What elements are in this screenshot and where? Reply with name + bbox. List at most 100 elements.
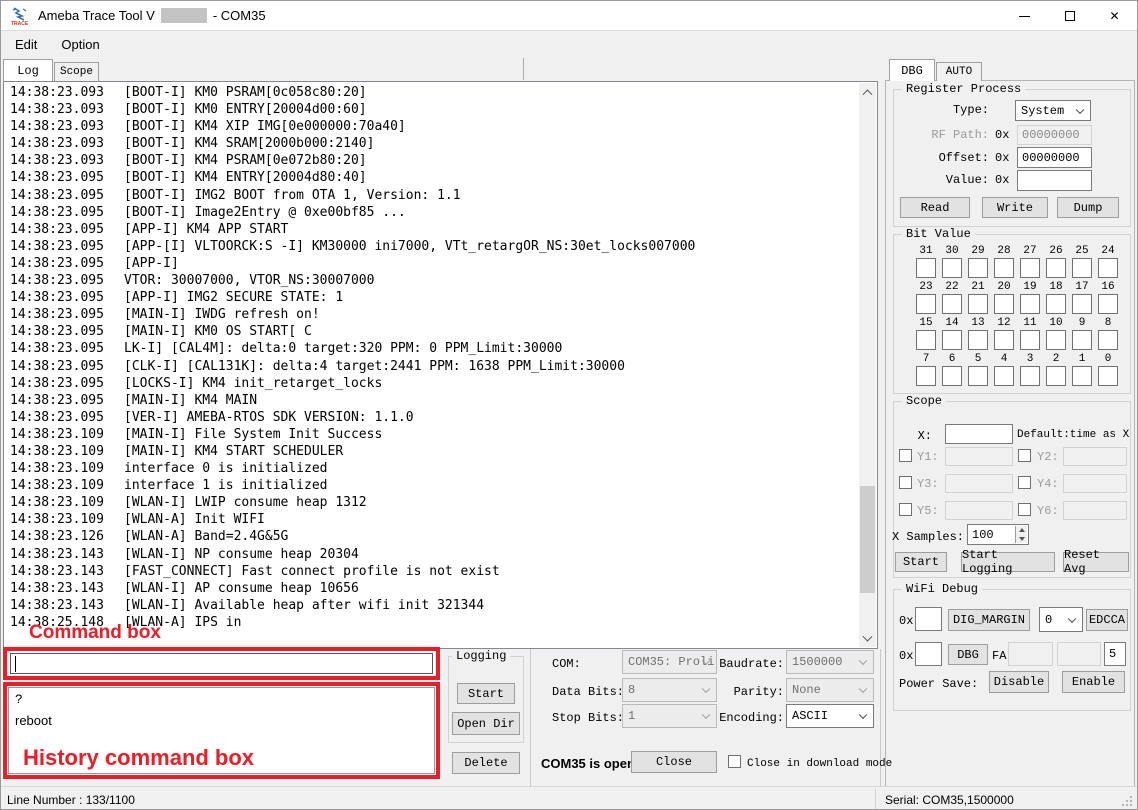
- scope-y6-input[interactable]: [1063, 501, 1127, 520]
- x-samples-input[interactable]: 100: [967, 524, 1029, 545]
- dig-margin-value-input[interactable]: [915, 607, 942, 631]
- statusbar-divider: [875, 789, 876, 810]
- bit-26-checkbox[interactable]: [1046, 258, 1066, 278]
- bit-19-checkbox[interactable]: [1020, 294, 1040, 314]
- bit-8-checkbox[interactable]: [1098, 330, 1118, 350]
- write-button[interactable]: Write: [982, 197, 1048, 218]
- log-scrollbar[interactable]: [859, 83, 876, 647]
- close-download-checkbox[interactable]: [728, 755, 741, 768]
- scope-y5-input[interactable]: [945, 501, 1013, 520]
- fa-threshold-input[interactable]: 5: [1104, 642, 1126, 666]
- dig-margin-button[interactable]: DIG_MARGIN: [948, 609, 1030, 631]
- bit-12-checkbox[interactable]: [994, 330, 1014, 350]
- dump-button[interactable]: Dump: [1057, 197, 1119, 218]
- dbg-value-input[interactable]: [915, 642, 942, 666]
- scope-y2-checkbox[interactable]: [1018, 449, 1031, 462]
- bit-0-checkbox[interactable]: [1098, 366, 1118, 386]
- dbg-button[interactable]: DBG: [948, 644, 988, 665]
- bit-6-checkbox[interactable]: [942, 366, 962, 386]
- command-input[interactable]: [10, 653, 433, 674]
- bit-28-checkbox[interactable]: [994, 258, 1014, 278]
- edcca-select[interactable]: 0: [1039, 607, 1083, 632]
- power-disable-button[interactable]: Disable: [989, 671, 1049, 693]
- tab-scope[interactable]: Scope: [54, 62, 99, 81]
- log-line: 14:38:23.095[APP-I]: [10, 256, 855, 273]
- scope-x-input[interactable]: [945, 424, 1013, 444]
- bit-13-checkbox[interactable]: [968, 330, 988, 350]
- scope-start-button[interactable]: Start: [895, 552, 947, 572]
- scope-y5-checkbox[interactable]: [899, 503, 912, 516]
- menu-item-option[interactable]: Option: [51, 33, 109, 56]
- menu-item-edit[interactable]: Edit: [5, 33, 47, 56]
- scope-y1-checkbox[interactable]: [899, 449, 912, 462]
- scope-y5-label: Y5:: [917, 504, 939, 518]
- log-view[interactable]: 14:38:23.093[BOOT-I] KM0 PSRAM[0c058c80:…: [3, 81, 878, 649]
- bit-2-checkbox[interactable]: [1046, 366, 1066, 386]
- bit-5-checkbox[interactable]: [968, 366, 988, 386]
- offset-input[interactable]: 00000000: [1017, 147, 1092, 168]
- bit-15-checkbox[interactable]: [916, 330, 936, 350]
- bit-20-checkbox[interactable]: [994, 294, 1014, 314]
- scope-reset-avg-button[interactable]: Reset Avg: [1063, 552, 1129, 572]
- logging-delete-button[interactable]: Delete: [452, 752, 520, 774]
- scroll-up-button[interactable]: [859, 83, 876, 99]
- history-command[interactable]: reboot: [15, 713, 428, 734]
- bit-1-checkbox[interactable]: [1072, 366, 1092, 386]
- scope-y3-input[interactable]: [945, 474, 1013, 493]
- bit-16-checkbox[interactable]: [1098, 294, 1118, 314]
- bit-label: 29: [968, 246, 988, 257]
- bit-25-checkbox[interactable]: [1072, 258, 1092, 278]
- maximize-button[interactable]: [1047, 1, 1092, 31]
- scope-y3-checkbox[interactable]: [899, 476, 912, 489]
- data-bits-select: 8: [622, 678, 717, 702]
- encoding-select[interactable]: ASCII: [786, 704, 874, 728]
- bit-11-checkbox[interactable]: [1020, 330, 1040, 350]
- spinner-down-button[interactable]: [1016, 535, 1027, 544]
- com-close-button[interactable]: Close: [631, 751, 717, 773]
- log-line: 14:38:23.093[BOOT-I] KM4 SRAM[2000b000:2…: [10, 136, 855, 153]
- bit-10-checkbox[interactable]: [1046, 330, 1066, 350]
- bit-22-checkbox[interactable]: [942, 294, 962, 314]
- scope-y2-input[interactable]: [1063, 447, 1127, 466]
- bit-31-checkbox[interactable]: [916, 258, 936, 278]
- close-button[interactable]: ✕: [1092, 1, 1137, 31]
- bit-18-checkbox[interactable]: [1046, 294, 1066, 314]
- minimize-button[interactable]: [1002, 1, 1047, 31]
- bit-9-checkbox[interactable]: [1072, 330, 1092, 350]
- read-button[interactable]: Read: [900, 197, 970, 218]
- log-line: 14:38:23.109[WLAN-A] Init WIFI: [10, 512, 855, 529]
- value-input[interactable]: [1017, 170, 1092, 191]
- scope-y4-checkbox[interactable]: [1018, 476, 1031, 489]
- scope-y6-checkbox[interactable]: [1018, 503, 1031, 516]
- bit-23-checkbox[interactable]: [916, 294, 936, 314]
- bit-14-checkbox[interactable]: [942, 330, 962, 350]
- bit-21-checkbox[interactable]: [968, 294, 988, 314]
- logging-start-button[interactable]: Start: [457, 683, 515, 704]
- bit-17-checkbox[interactable]: [1072, 294, 1092, 314]
- history-command[interactable]: ?: [15, 692, 428, 713]
- bit-30-checkbox[interactable]: [942, 258, 962, 278]
- resize-grip[interactable]: [1130, 804, 1132, 806]
- scroll-thumb[interactable]: [860, 486, 875, 593]
- bit-29-checkbox[interactable]: [968, 258, 988, 278]
- bit-label: 31: [916, 246, 936, 257]
- scroll-down-button[interactable]: [859, 631, 876, 647]
- bit-value-group-title: Bit Value: [902, 227, 975, 241]
- bit-3-checkbox[interactable]: [1020, 366, 1040, 386]
- power-enable-button[interactable]: Enable: [1062, 671, 1125, 693]
- register-type-select[interactable]: System: [1015, 100, 1091, 121]
- bit-24-checkbox[interactable]: [1098, 258, 1118, 278]
- scope-start-logging-button[interactable]: Start Logging: [961, 552, 1055, 572]
- scope-y1-input[interactable]: [945, 447, 1013, 466]
- logging-open-dir-button[interactable]: Open Dir: [452, 712, 520, 735]
- scope-y4-input[interactable]: [1063, 474, 1127, 493]
- tab-dbg[interactable]: DBG: [889, 59, 935, 81]
- tab-log[interactable]: Log: [3, 59, 53, 81]
- history-list-box[interactable]: ?reboot History command box: [8, 687, 435, 774]
- bit-27-checkbox[interactable]: [1020, 258, 1040, 278]
- edcca-button[interactable]: EDCCA: [1086, 609, 1128, 631]
- spinner-up-button[interactable]: [1016, 526, 1027, 535]
- tab-auto[interactable]: AUTO: [936, 62, 982, 81]
- bit-4-checkbox[interactable]: [994, 366, 1014, 386]
- bit-7-checkbox[interactable]: [916, 366, 936, 386]
